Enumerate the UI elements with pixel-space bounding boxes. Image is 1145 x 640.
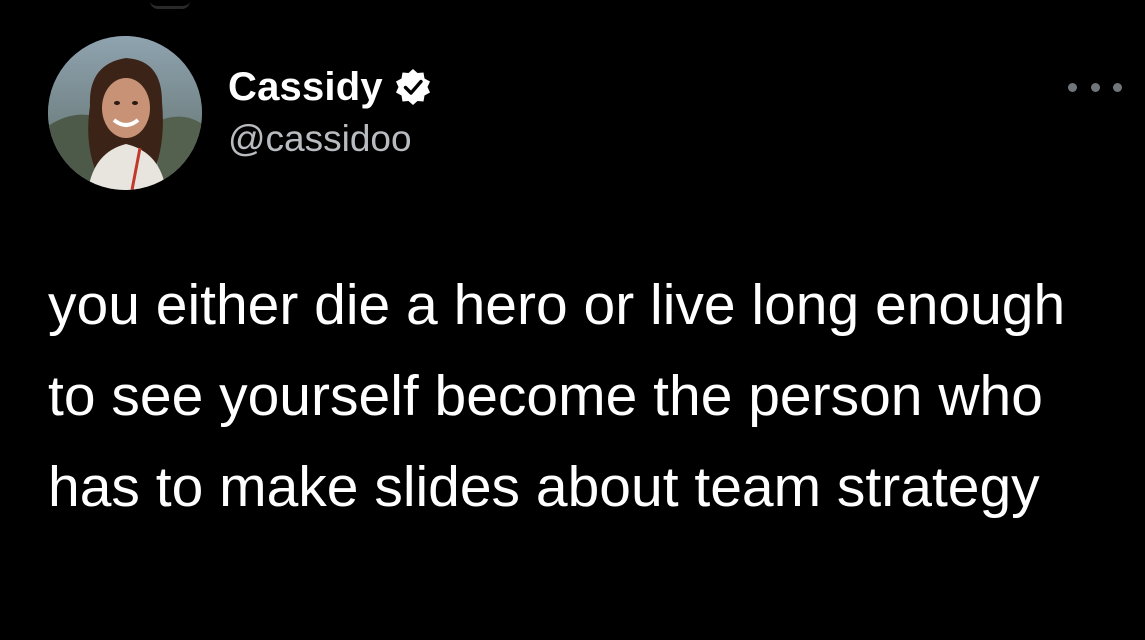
author-name-row[interactable]: Cassidy	[228, 62, 433, 112]
more-options-button[interactable]	[1068, 72, 1122, 102]
more-horizontal-icon	[1068, 82, 1077, 92]
more-horizontal-icon-dot	[1113, 82, 1122, 92]
verified-badge-icon	[395, 69, 430, 105]
avatar-photo	[48, 36, 202, 190]
display-name[interactable]: Cassidy	[228, 62, 383, 112]
more-horizontal-icon-dot	[1090, 82, 1100, 92]
avatar[interactable]	[48, 36, 202, 190]
tweet-text: you either die a hero or live long enoug…	[48, 273, 1066, 519]
previous-item-edge	[150, 0, 190, 9]
tweet-card: Cassidy @cassidoo you either die a hero …	[0, 0, 1145, 640]
user-handle[interactable]: @cassidoo	[228, 116, 412, 162]
